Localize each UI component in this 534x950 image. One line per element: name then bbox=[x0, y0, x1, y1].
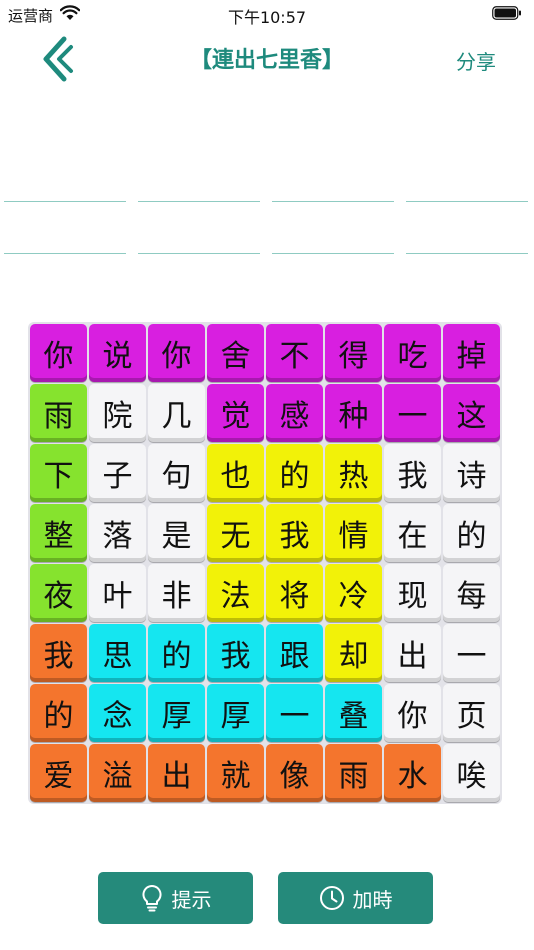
board-tile[interactable]: 在 bbox=[384, 504, 441, 562]
board-tile[interactable]: 现 bbox=[384, 564, 441, 622]
board-tile[interactable]: 冷 bbox=[325, 564, 382, 622]
board-tile[interactable]: 出 bbox=[148, 744, 205, 802]
board-tile[interactable]: 的 bbox=[266, 444, 323, 502]
board-tile[interactable]: 的 bbox=[30, 684, 87, 742]
board-tile[interactable]: 念 bbox=[89, 684, 146, 742]
board-tile[interactable]: 院 bbox=[89, 384, 146, 442]
board-tile[interactable]: 却 bbox=[325, 624, 382, 682]
board-tile[interactable]: 页 bbox=[443, 684, 500, 742]
board-tile[interactable]: 掉 bbox=[443, 324, 500, 382]
board-tile[interactable]: 你 bbox=[30, 324, 87, 382]
board-tile[interactable]: 出 bbox=[384, 624, 441, 682]
board-tile[interactable]: 情 bbox=[325, 504, 382, 562]
board-tile[interactable]: 非 bbox=[148, 564, 205, 622]
board-tile[interactable]: 这 bbox=[443, 384, 500, 442]
board-tile[interactable]: 爱 bbox=[30, 744, 87, 802]
board-tile[interactable]: 我 bbox=[266, 504, 323, 562]
board-tile[interactable]: 得 bbox=[325, 324, 382, 382]
answer-slot-row bbox=[4, 150, 528, 202]
board-tile[interactable]: 是 bbox=[148, 504, 205, 562]
board-tile[interactable]: 思 bbox=[89, 624, 146, 682]
status-bar: 运营商 下午10:57 bbox=[0, 0, 534, 28]
board-tile[interactable]: 我 bbox=[30, 624, 87, 682]
board-tile[interactable]: 我 bbox=[384, 444, 441, 502]
lightbulb-icon bbox=[142, 884, 161, 912]
board-tile[interactable]: 就 bbox=[207, 744, 264, 802]
board-tile[interactable]: 雨 bbox=[30, 384, 87, 442]
board-tile[interactable]: 吃 bbox=[384, 324, 441, 382]
game-board: 你说你舍不得吃掉雨院几觉感种一这下子句也的热我诗整落是无我情在的夜叶非法将冷现每… bbox=[30, 324, 500, 802]
board-tile[interactable]: 觉 bbox=[207, 384, 264, 442]
nav-bar: 【連出七里香】 分享 bbox=[0, 28, 534, 90]
board-tile[interactable]: 每 bbox=[443, 564, 500, 622]
board-tile[interactable]: 雨 bbox=[325, 744, 382, 802]
add-time-button[interactable]: 加時 bbox=[278, 872, 433, 924]
board-tile[interactable]: 热 bbox=[325, 444, 382, 502]
hint-button[interactable]: 提示 bbox=[98, 872, 253, 924]
board-tile[interactable]: 说 bbox=[89, 324, 146, 382]
answer-slot-row bbox=[4, 202, 528, 254]
board-tile[interactable]: 整 bbox=[30, 504, 87, 562]
hint-button-label: 提示 bbox=[171, 887, 212, 912]
board-tile[interactable]: 落 bbox=[89, 504, 146, 562]
board-tile[interactable]: 溢 bbox=[89, 744, 146, 802]
answer-slot bbox=[406, 172, 528, 202]
board-tile[interactable]: 将 bbox=[266, 564, 323, 622]
board-tile[interactable]: 法 bbox=[207, 564, 264, 622]
battery-icon bbox=[492, 6, 521, 20]
game-board-frame: 你说你舍不得吃掉雨院几觉感种一这下子句也的热我诗整落是无我情在的夜叶非法将冷现每… bbox=[28, 322, 502, 804]
board-tile[interactable]: 种 bbox=[325, 384, 382, 442]
status-time: 下午10:57 bbox=[227, 8, 307, 27]
answer-slot bbox=[272, 172, 394, 202]
board-tile[interactable]: 叶 bbox=[89, 564, 146, 622]
board-tile[interactable]: 无 bbox=[207, 504, 264, 562]
board-tile[interactable]: 诗 bbox=[443, 444, 500, 502]
answer-slot bbox=[272, 224, 394, 254]
board-tile[interactable]: 也 bbox=[207, 444, 264, 502]
board-tile[interactable]: 厚 bbox=[207, 684, 264, 742]
board-tile[interactable]: 厚 bbox=[148, 684, 205, 742]
answer-slot bbox=[138, 224, 260, 254]
board-tile[interactable]: 唉 bbox=[443, 744, 500, 802]
board-tile[interactable]: 舍 bbox=[207, 324, 264, 382]
add-time-button-label: 加時 bbox=[352, 887, 393, 912]
clock-icon bbox=[319, 886, 344, 910]
answer-slot bbox=[4, 224, 126, 254]
board-tile[interactable]: 的 bbox=[443, 504, 500, 562]
answer-slot bbox=[4, 172, 126, 202]
board-tile[interactable]: 一 bbox=[266, 684, 323, 742]
bottom-toolbar: 提示 加時 bbox=[0, 872, 534, 924]
board-tile[interactable]: 你 bbox=[148, 324, 205, 382]
board-tile[interactable]: 叠 bbox=[325, 684, 382, 742]
board-tile[interactable]: 感 bbox=[266, 384, 323, 442]
board-tile[interactable]: 句 bbox=[148, 444, 205, 502]
board-tile[interactable]: 你 bbox=[384, 684, 441, 742]
board-tile[interactable]: 一 bbox=[384, 384, 441, 442]
board-tile[interactable]: 下 bbox=[30, 444, 87, 502]
share-button[interactable]: 分享 bbox=[456, 46, 496, 75]
board-tile[interactable]: 跟 bbox=[266, 624, 323, 682]
board-tile[interactable]: 像 bbox=[266, 744, 323, 802]
board-tile[interactable]: 夜 bbox=[30, 564, 87, 622]
board-tile[interactable]: 的 bbox=[148, 624, 205, 682]
answer-slot bbox=[138, 172, 260, 202]
board-tile[interactable]: 几 bbox=[148, 384, 205, 442]
board-tile[interactable]: 水 bbox=[384, 744, 441, 802]
answer-slot bbox=[406, 224, 528, 254]
board-tile[interactable]: 不 bbox=[266, 324, 323, 382]
board-tile[interactable]: 我 bbox=[207, 624, 264, 682]
board-tile[interactable]: 一 bbox=[443, 624, 500, 682]
answer-slots bbox=[4, 150, 528, 254]
board-tile[interactable]: 子 bbox=[89, 444, 146, 502]
page-title: 【連出七里香】 bbox=[189, 48, 344, 73]
